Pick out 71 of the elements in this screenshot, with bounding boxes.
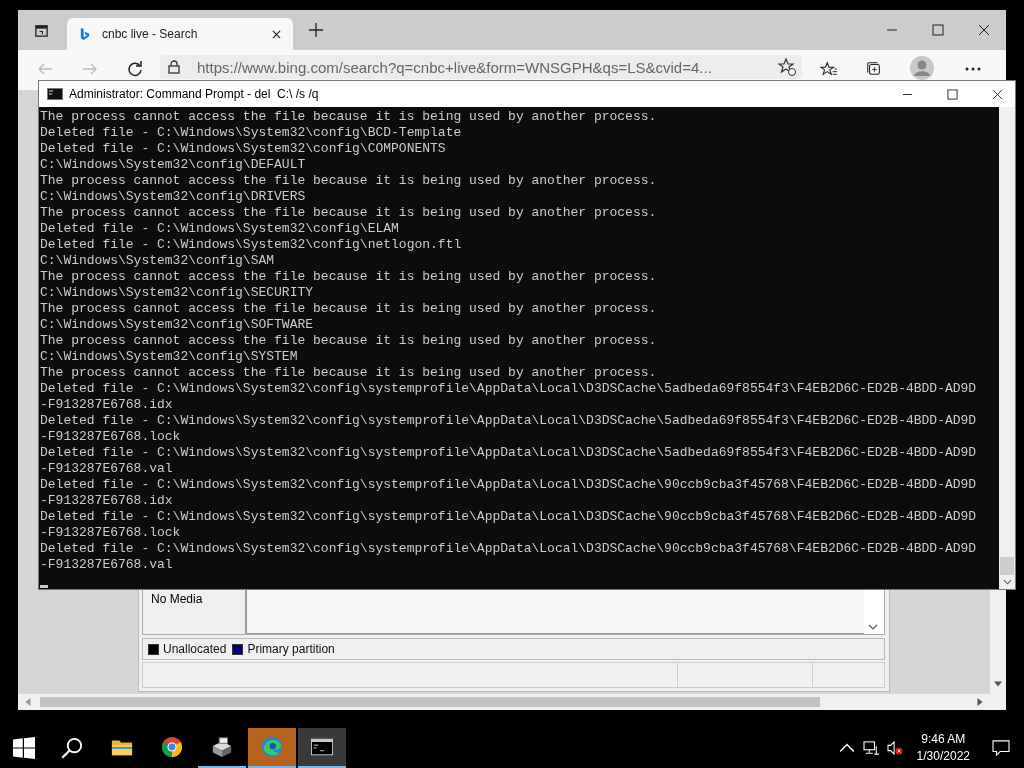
scroll-down-icon[interactable] [994, 680, 1002, 688]
console-line: The process cannot access the file because it is being used by another process. [40, 109, 658, 125]
refresh-icon[interactable] [126, 61, 144, 77]
console-icon [311, 736, 333, 758]
chevron-up-icon[interactable] [838, 741, 855, 755]
console-icon [47, 88, 63, 100]
console-line: C:\Windows\System32\config\DRIVERS [40, 189, 307, 205]
scroll-thumb[interactable] [1000, 557, 1014, 575]
maximize-icon[interactable] [932, 24, 944, 36]
console-line: C:\Windows\System32\config\DEFAULT [40, 157, 307, 173]
edge-icon [261, 736, 283, 758]
scroll-thumb[interactable] [40, 697, 820, 707]
bing-icon [79, 26, 90, 42]
collections-icon[interactable] [865, 61, 883, 77]
star-icon[interactable] [778, 58, 796, 76]
close-icon[interactable] [992, 88, 1003, 100]
favorites-icon[interactable] [820, 61, 838, 77]
legend-label: Unallocated [163, 642, 227, 656]
close-icon[interactable] [272, 29, 281, 39]
avatar-icon[interactable] [910, 56, 934, 80]
console-line: -F913287E6768.lock [40, 525, 182, 541]
scroll-right-icon[interactable] [976, 698, 984, 706]
server-manager-icon [211, 736, 233, 758]
scroll-down-icon[interactable] [1002, 579, 1012, 585]
console-line: Deleted file - C:\Windows\System32\config\systemprofile\AppData\Local\D3DSCache\5adbeda69f8554f3\F4EB2D6C-ED2B-4BDD-AD9D [40, 381, 978, 397]
console-line: Deleted file - C:\Windows\System32\config\BCD-Template [40, 125, 463, 141]
console-line: C:\Windows\System32\config\SYSTEM [40, 349, 299, 365]
console-line: -F913287E6768.idx [40, 397, 174, 413]
console-line: The process cannot access the file because it is being used by another process. [40, 173, 658, 189]
console-line: C:\Windows\System32\config\SAM [40, 253, 276, 269]
notifications-icon[interactable] [992, 740, 1010, 756]
console-line: -F913287E6768.val [40, 461, 174, 477]
legend-label: Primary partition [247, 642, 335, 656]
lock-icon [168, 60, 180, 74]
tab-actions-icon[interactable] [34, 22, 49, 38]
search-icon [61, 737, 83, 759]
console-line: -F913287E6768.idx [40, 493, 174, 509]
console-line: -F913287E6768.val [40, 557, 174, 573]
console-line: Deleted file - C:\Windows\System32\config\systemprofile\AppData\Local\D3DSCache\5adbeda69f8554f3\F4EB2D6C-ED2B-4BDD-AD9D [40, 445, 978, 461]
console-line: -F913287E6768.lock [40, 429, 182, 445]
console-line: C:\Windows\System32\config\SOFTWARE [40, 317, 315, 333]
console-line: Deleted file - C:\Windows\System32\config\ELAM [40, 221, 400, 237]
console-line: Deleted file - C:\Windows\System32\config\systemprofile\AppData\Local\D3DSCache\5adbeda69f8554f3\F4EB2D6C-ED2B-4BDD-AD9D [40, 413, 978, 429]
console-line: The process cannot access the file because it is being used by another process. [40, 269, 658, 285]
window-title: Administrator: Command Prompt - del C:\ /s /q [69, 87, 319, 101]
console-line: The process cannot access the file because it is being used by another process. [40, 301, 658, 317]
date-label: 1/30/2022 [916, 748, 970, 765]
browser-tab[interactable]: cnbc live - Search [67, 18, 293, 50]
console-line: The process cannot access the file because it is being used by another process. [40, 333, 658, 349]
close-icon[interactable] [978, 24, 990, 36]
taskbar-app[interactable] [298, 728, 346, 768]
new-tab-icon[interactable] [309, 23, 323, 37]
console-line: C:\Windows\System32\config\SECURITY [40, 285, 315, 301]
console-line: Deleted file - C:\Windows\System32\config\netlogon.ftl [40, 237, 463, 253]
vertical-scrollbar[interactable] [999, 107, 1015, 589]
console-line: Deleted file - C:\Windows\System32\config\systemprofile\AppData\Local\D3DSCache\90ccb9cba3f45768\F4EB2D6C-ED2B-4BDD-AD9D [40, 541, 978, 557]
console-line: Deleted file - C:\Windows\System32\config\systemprofile\AppData\Local\D3DSCache\90ccb9cba3f45768\F4EB2D6C-ED2B-4BDD-AD9D [40, 477, 978, 493]
console-line: Deleted file - C:\Windows\System32\config\systemprofile\AppData\Local\D3DSCache\90ccb9cba3f45768\F4EB2D6C-ED2B-4BDD-AD9D [40, 509, 978, 525]
network-icon[interactable] [862, 741, 879, 755]
console-line: The process cannot access the file because it is being used by another process. [40, 205, 658, 221]
time-label: 9:46 AM [921, 731, 966, 748]
clock[interactable]: 9:46 AM 1/30/2022 [916, 731, 970, 765]
console-line: Deleted file - C:\Windows\System32\config\COMPONENTS [40, 141, 447, 157]
muted-speaker-icon[interactable] [886, 741, 903, 755]
scroll-down-icon[interactable] [868, 624, 878, 630]
maximize-icon[interactable] [947, 88, 958, 100]
address-bar[interactable]: https://www.bing.com/search?q=cnbc+live&form=WNSGPH&qs=LS&cvid=4... [160, 55, 802, 79]
text-cursor [40, 585, 48, 588]
windows-icon [13, 737, 35, 759]
console-line: The process cannot access the file because it is being used by another process. [40, 365, 658, 381]
chrome-icon [161, 736, 183, 758]
